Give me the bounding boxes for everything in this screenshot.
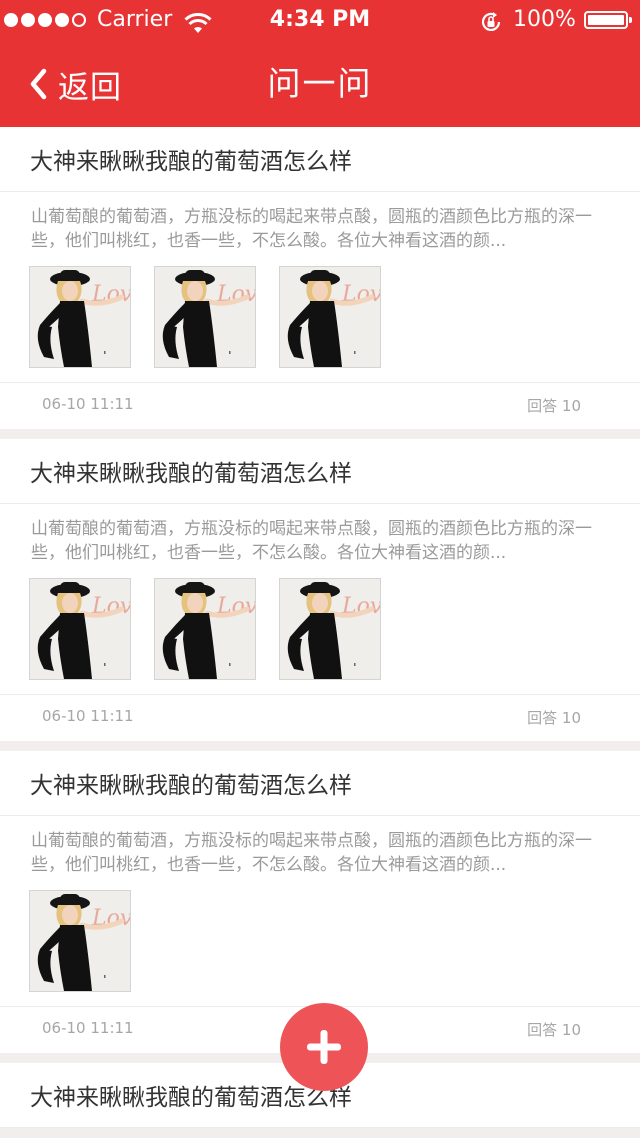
add-question-button[interactable] — [280, 1003, 368, 1091]
question-summary: 山葡萄酿的葡萄酒，方瓶没标的喝起来带点酸，圆瓶的酒颜色比方瓶的深一些，他们叫桃红… — [31, 207, 592, 251]
question-image[interactable]: Lov — [29, 890, 131, 992]
question-image[interactable]: Lov — [29, 578, 131, 680]
page-title: 问一问 — [267, 64, 373, 103]
question-list: 大神来瞅瞅我酿的葡萄酒怎么样 山葡萄酿的葡萄酒，方瓶没标的喝起来带点酸，圆瓶的酒… — [0, 127, 640, 1138]
nav-bar: 返回 问一问 — [0, 40, 640, 127]
question-date: 06-10 11:11 — [42, 707, 134, 725]
question-card[interactable]: 大神来瞅瞅我酿的葡萄酒怎么样 山葡萄酿的葡萄酒，方瓶没标的喝起来带点酸，圆瓶的酒… — [0, 127, 640, 429]
answer-count[interactable]: 回答 10 — [527, 707, 581, 728]
question-footer: 06-10 11:11 回答 10 — [0, 694, 640, 741]
question-images: Lov — [0, 879, 640, 994]
question-image[interactable]: Lov — [279, 578, 381, 680]
question-title[interactable]: 大神来瞅瞅我酿的葡萄酒怎么样 — [0, 439, 640, 504]
question-image[interactable]: Lov — [29, 266, 131, 368]
question-image[interactable]: Lov — [154, 266, 256, 368]
answer-count[interactable]: 回答 10 — [527, 1019, 581, 1040]
header: Carrier 4:34 PM 100% 返回 问一问 — [0, 0, 640, 127]
battery-percent: 100% — [513, 7, 576, 32]
question-images: Lov Lov Lov — [0, 255, 640, 370]
plus-icon — [280, 1003, 368, 1091]
question-images: Lov Lov Lov — [0, 567, 640, 682]
status-bar: Carrier 4:34 PM 100% — [0, 0, 640, 40]
question-image[interactable]: Lov — [279, 266, 381, 368]
question-date: 06-10 11:11 — [42, 395, 134, 413]
answer-count[interactable]: 回答 10 — [527, 395, 581, 416]
question-card[interactable]: 大神来瞅瞅我酿的葡萄酒怎么样 山葡萄酿的葡萄酒，方瓶没标的喝起来带点酸，圆瓶的酒… — [0, 439, 640, 741]
question-title[interactable]: 大神来瞅瞅我酿的葡萄酒怎么样 — [0, 751, 640, 816]
question-summary: 山葡萄酿的葡萄酒，方瓶没标的喝起来带点酸，圆瓶的酒颜色比方瓶的深一些，他们叫桃红… — [31, 519, 592, 563]
question-title[interactable]: 大神来瞅瞅我酿的葡萄酒怎么样 — [0, 127, 640, 192]
battery-icon — [584, 11, 632, 29]
question-image[interactable]: Lov — [154, 578, 256, 680]
question-summary: 山葡萄酿的葡萄酒，方瓶没标的喝起来带点酸，圆瓶的酒颜色比方瓶的深一些，他们叫桃红… — [31, 831, 592, 875]
question-date: 06-10 11:11 — [42, 1019, 134, 1037]
question-footer: 06-10 11:11 回答 10 — [0, 382, 640, 429]
